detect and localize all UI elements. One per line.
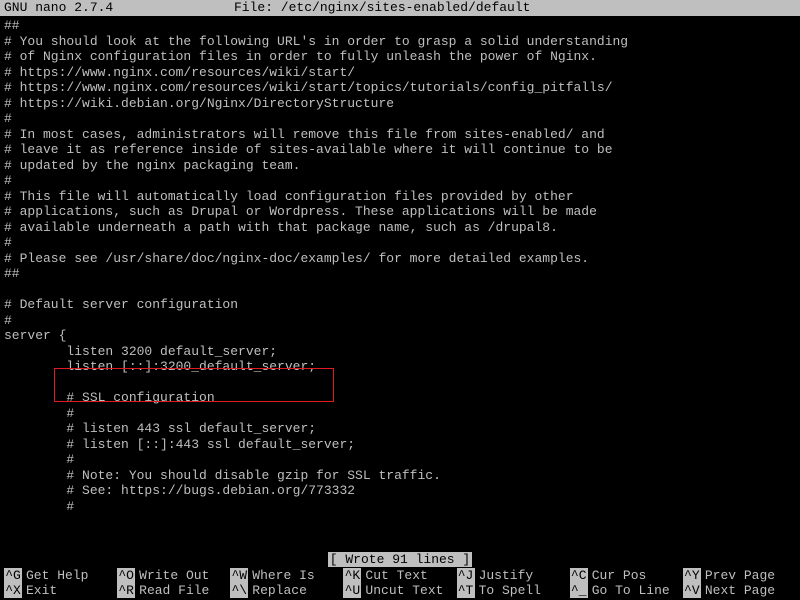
shortcut-label: Exit [26, 583, 57, 599]
editor-line[interactable]: # See: https://bugs.debian.org/773332 [4, 483, 796, 499]
shortcut-label: Write Out [139, 568, 209, 584]
editor-line[interactable]: # This file will automatically load conf… [4, 189, 796, 205]
editor-line[interactable]: ## [4, 18, 796, 34]
app-version: GNU nano 2.7.4 [4, 0, 234, 16]
shortcut-item[interactable]: ^\Replace [230, 583, 343, 598]
editor-line[interactable]: # https://www.nginx.com/resources/wiki/s… [4, 65, 796, 81]
shortcut-key: ^W [230, 568, 248, 584]
shortcut-key: ^C [570, 568, 588, 584]
shortcut-item[interactable]: ^XExit [4, 583, 117, 598]
shortcut-key: ^U [343, 583, 361, 599]
shortcut-key: ^\ [230, 583, 248, 599]
shortcut-item[interactable]: ^_Go To Line [570, 583, 683, 598]
shortcut-item[interactable]: ^TTo Spell [457, 583, 570, 598]
shortcut-key: ^X [4, 583, 22, 599]
editor-line[interactable]: # [4, 499, 796, 515]
shortcut-label: Replace [252, 583, 307, 599]
editor-line[interactable]: # applications, such as Drupal or Wordpr… [4, 204, 796, 220]
editor-line[interactable]: # [4, 235, 796, 251]
shortcut-row-2: ^XExit^RRead File^\Replace^UUncut Text^T… [4, 583, 796, 598]
shortcut-key: ^T [457, 583, 475, 599]
editor-line[interactable]: listen 3200 default_server; [4, 344, 796, 360]
shortcut-item[interactable]: ^UUncut Text [343, 583, 456, 598]
shortcut-label: Where Is [252, 568, 314, 584]
shortcut-key: ^J [457, 568, 475, 584]
shortcut-item[interactable]: ^OWrite Out [117, 568, 230, 583]
editor-line[interactable]: ## [4, 266, 796, 282]
shortcut-label: Cut Text [365, 568, 427, 584]
shortcut-item[interactable]: ^KCut Text [343, 568, 456, 583]
shortcut-key: ^_ [570, 583, 588, 599]
shortcut-label: Uncut Text [365, 583, 443, 599]
editor-line[interactable]: server { [4, 328, 796, 344]
shortcut-label: To Spell [479, 583, 541, 599]
shortcut-item[interactable]: ^VNext Page [683, 583, 796, 598]
editor-line[interactable]: # [4, 313, 796, 329]
shortcut-key: ^O [117, 568, 135, 584]
editor-line[interactable]: # of Nginx configuration files in order … [4, 49, 796, 65]
editor-line[interactable]: # In most cases, administrators will rem… [4, 127, 796, 143]
editor-line[interactable]: # https://www.nginx.com/resources/wiki/s… [4, 80, 796, 96]
editor-content[interactable]: ### You should look at the following URL… [0, 16, 800, 514]
status-message: [ Wrote 91 lines ] [328, 552, 472, 567]
editor-line[interactable] [4, 375, 796, 391]
shortcut-bar: ^GGet Help^OWrite Out^WWhere Is^KCut Tex… [0, 568, 800, 600]
shortcut-label: Prev Page [705, 568, 775, 584]
shortcut-key: ^V [683, 583, 701, 599]
editor-line[interactable]: # SSL configuration [4, 390, 796, 406]
editor-line[interactable]: # [4, 173, 796, 189]
shortcut-key: ^G [4, 568, 22, 584]
editor-line[interactable]: # [4, 452, 796, 468]
shortcut-key: ^Y [683, 568, 701, 584]
editor-line[interactable]: # leave it as reference inside of sites-… [4, 142, 796, 158]
shortcut-item[interactable]: ^YPrev Page [683, 568, 796, 583]
editor-line[interactable] [4, 282, 796, 298]
shortcut-key: ^R [117, 583, 135, 599]
editor-line[interactable]: # [4, 111, 796, 127]
editor-line[interactable]: # available underneath a path with that … [4, 220, 796, 236]
shortcut-key: ^K [343, 568, 361, 584]
editor-line[interactable]: # You should look at the following URL's… [4, 34, 796, 50]
editor-line[interactable]: # [4, 406, 796, 422]
editor-line[interactable]: # listen 443 ssl default_server; [4, 421, 796, 437]
editor-line[interactable]: # listen [::]:443 ssl default_server; [4, 437, 796, 453]
editor-line[interactable]: # Default server configuration [4, 297, 796, 313]
shortcut-item[interactable]: ^WWhere Is [230, 568, 343, 583]
file-path: File: /etc/nginx/sites-enabled/default [234, 0, 530, 16]
status-bar: [ Wrote 91 lines ] [0, 552, 800, 568]
shortcut-item[interactable]: ^GGet Help [4, 568, 117, 583]
shortcut-row-1: ^GGet Help^OWrite Out^WWhere Is^KCut Tex… [4, 568, 796, 583]
editor-line[interactable]: # Note: You should disable gzip for SSL … [4, 468, 796, 484]
shortcut-label: Read File [139, 583, 209, 599]
shortcut-label: Go To Line [592, 583, 670, 599]
titlebar: GNU nano 2.7.4 File: /etc/nginx/sites-en… [0, 0, 800, 16]
editor-line[interactable]: # Please see /usr/share/doc/nginx-doc/ex… [4, 251, 796, 267]
shortcut-item[interactable]: ^JJustify [457, 568, 570, 583]
editor-line[interactable]: # updated by the nginx packaging team. [4, 158, 796, 174]
editor-line[interactable]: listen [::]:3200_default_server; [4, 359, 796, 375]
shortcut-label: Next Page [705, 583, 775, 599]
shortcut-item[interactable]: ^CCur Pos [570, 568, 683, 583]
shortcut-label: Justify [479, 568, 534, 584]
shortcut-item[interactable]: ^RRead File [117, 583, 230, 598]
editor-line[interactable]: # https://wiki.debian.org/Nginx/Director… [4, 96, 796, 112]
shortcut-label: Cur Pos [592, 568, 647, 584]
shortcut-label: Get Help [26, 568, 88, 584]
